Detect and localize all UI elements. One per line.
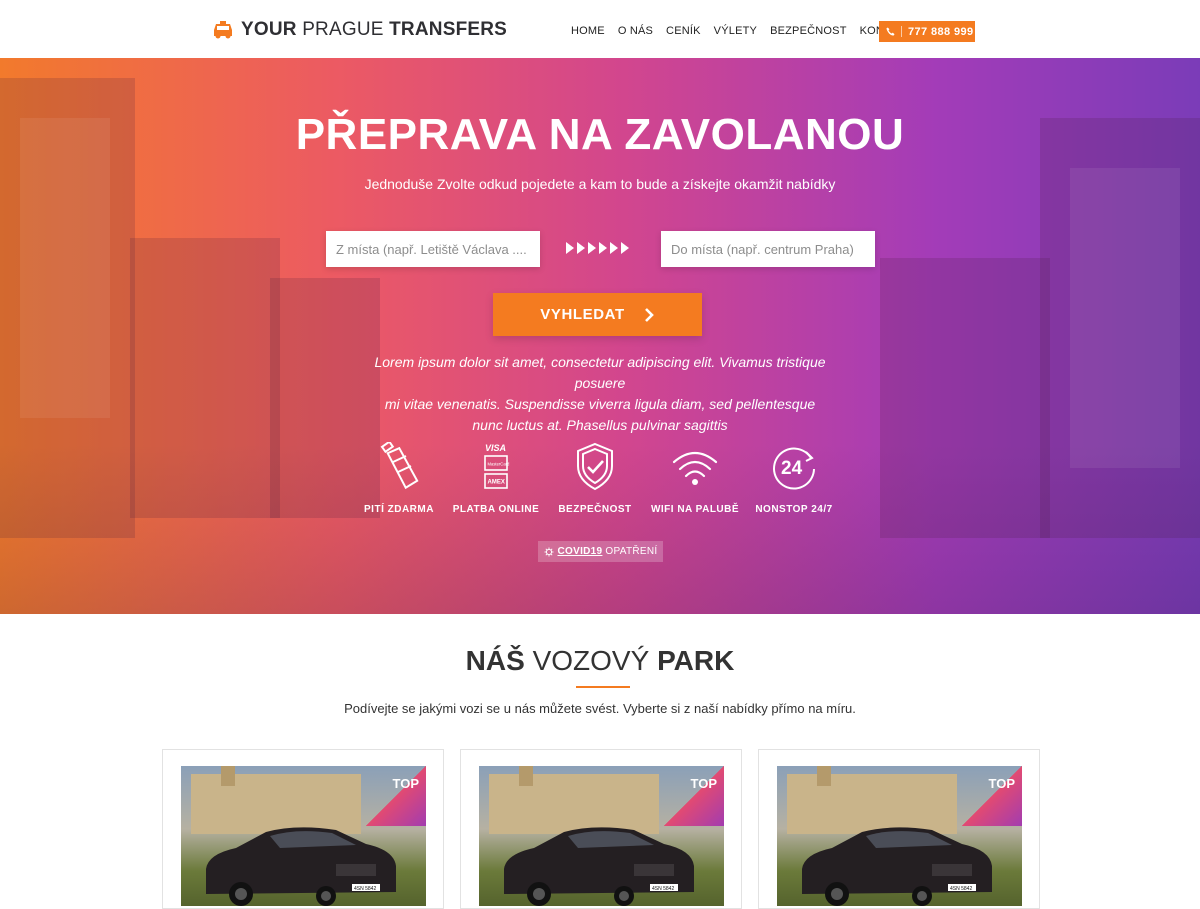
phone-separator [901,26,902,37]
fleet-card[interactable]: 4SN 5842 TOP [758,749,1040,909]
virus-icon [544,547,554,556]
car-illustration: 4SN 5842 [504,827,694,906]
hero-subtitle: Jednoduše Zvolte odkud pojedete a kam to… [364,176,836,192]
car-illustration: 4SN 5842 [206,827,396,906]
nav-trips[interactable]: VÝLETY [709,25,762,37]
feature-label: PLATBA ONLINE [452,504,540,515]
feature-payment: VISA MasterCard AMEX PLATBA ONLINE [441,442,551,515]
nav-pricing[interactable]: CENÍK [661,25,706,37]
feature-wifi: WIFI NA PALUBĚ [640,442,750,515]
feature-drinks: PITÍ ZDARMA [344,442,454,515]
title-underline [576,686,630,688]
chevron-right-icon [644,307,654,322]
license-plate: 4SN 5842 [652,886,674,892]
nav-home[interactable]: HOME [566,25,610,37]
fleet-title: NÁŠ VOZOVÝ PARK [465,645,735,676]
clock-24-text: 24 [781,458,803,479]
arrow-icon [577,242,585,254]
arrow-icon [588,242,596,254]
car-image: 4SN 5842 TOP [777,766,1022,906]
direction-arrows [566,242,629,254]
phone-number: 777 888 999 [908,25,974,38]
search-button-label: VYHLEDAT [540,306,625,323]
window-texture [1070,168,1180,468]
arrow-icon [621,242,629,254]
palace-tower [221,766,235,786]
mastercard-text: MasterCard [488,462,511,467]
fleet-subtitle: Podívejte se jakými vozi se u nás můžete… [344,701,856,716]
nav-about[interactable]: O NÁS [613,25,658,37]
credit-cards-icon: VISA MasterCard AMEX [484,443,511,489]
top-badge: TOP [988,776,1016,791]
arrow-icon [566,242,574,254]
palace-tower [817,766,831,786]
top-ribbon [366,766,426,826]
top-ribbon [962,766,1022,826]
amex-text: AMEX [488,480,505,486]
hero-section: PŘEPRAVA NA ZAVOLANOU Jednoduše Zvolte o… [0,58,1200,614]
description-line: mi vitae venenatis. Suspendisse viverra … [384,396,816,412]
visa-text: VISA [485,443,506,453]
car-image: 4SN 5842 TOP [181,766,426,906]
feature-label: BEZPEČNOST [558,504,632,515]
site-header: YOUR PRAGUE TRANSFERS HOME O NÁS CENÍK V… [0,0,1200,58]
covid-label-bold: COVID19 [557,546,603,557]
window-texture [20,118,110,418]
license-plate: 4SN 5842 [354,886,376,892]
logo[interactable]: YOUR PRAGUE TRANSFERS [213,19,507,41]
license-plate: 4SN 5842 [950,886,972,892]
to-input[interactable] [661,231,875,267]
feature-label: NONSTOP 24/7 [755,504,833,515]
main-nav: HOME O NÁS CENÍK VÝLETY BEZPEČNOST KONTA… [566,25,920,37]
logo-text: YOUR PRAGUE TRANSFERS [241,19,508,40]
feature-security: BEZPEČNOST [540,442,650,515]
bottle-icon [380,442,419,490]
clock-24-icon: 24 [773,447,815,490]
arrow-icon [610,242,618,254]
arrow-icon [599,242,607,254]
taxi-icon [214,21,232,39]
top-badge: TOP [392,776,420,791]
phone-button[interactable]: 777 888 999 [879,21,975,42]
feature-label: PITÍ ZDARMA [364,504,434,515]
hero-description: Lorem ipsum dolor sit amet, consectetur … [350,352,850,436]
search-button[interactable]: VYHLEDAT [493,293,702,336]
covid-label: OPATŘENÍ [605,546,658,557]
palace-tower [519,766,533,786]
top-badge: TOP [690,776,718,791]
phone-icon [886,27,895,36]
hero-title: PŘEPRAVA NA ZAVOLANOU [295,110,905,159]
fleet-card[interactable]: 4SN 5842 TOP [162,749,444,909]
wifi-icon [672,451,718,485]
from-input[interactable] [326,231,540,267]
description-line: Lorem ipsum dolor sit amet, consectetur … [374,354,826,391]
car-illustration: 4SN 5842 [802,827,992,906]
top-ribbon [664,766,724,826]
car-image: 4SN 5842 TOP [479,766,724,906]
shield-check-icon [577,442,613,491]
description-line: nunc luctus at. Phasellus pulvinar sagit… [472,417,728,433]
feature-label: WIFI NA PALUBĚ [650,504,740,515]
nav-security[interactable]: BEZPEČNOST [765,25,852,37]
feature-nonstop: 24 NONSTOP 24/7 [739,442,849,515]
covid-link[interactable]: COVID19 OPATŘENÍ [538,541,663,562]
fleet-card[interactable]: 4SN 5842 TOP [460,749,742,909]
